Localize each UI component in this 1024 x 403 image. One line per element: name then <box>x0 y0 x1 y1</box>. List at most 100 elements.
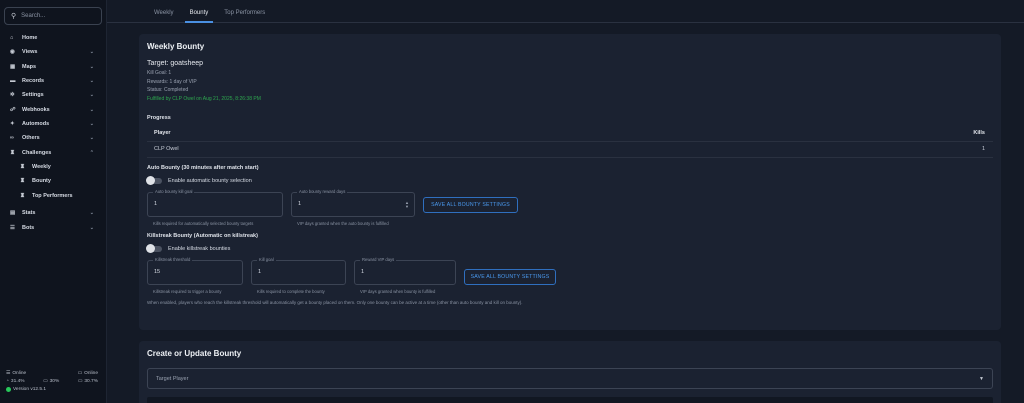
eye-icon: ◉ <box>10 49 15 56</box>
sidebar-nav-bottom: ▤ Stats ⌄ ☰ Bots ⌄ <box>0 206 106 235</box>
cpu-icon: ◔ <box>6 379 9 384</box>
search-input[interactable]: ⚲ Search... <box>4 7 102 25</box>
system-status: ☰ Online ▭ Online ◔ 31.4% ▭ 30% ▭ 30.7% Versi… <box>6 371 98 395</box>
auto-kill-goal-label: Auto bounty kill goal <box>153 188 195 194</box>
app-root: ⚲ Search... ⌂ Home ◉ Views ⌄ ▦ Maps ⌄ ▬ Records ⌄ ✲… <box>0 0 1024 403</box>
auto-bounty-toggle-label: Enable automatic bounty selection <box>168 177 252 184</box>
ram-usage: ▭ 30% <box>43 379 60 384</box>
disk-usage: ▭ 30.7% <box>77 379 98 384</box>
sidebar-subnav: ♜ Weekly ♜ Bounty ♜ Top Performers <box>0 160 106 204</box>
target-player-select[interactable]: Target Player ▼ <box>147 368 993 389</box>
auto-kill-goal-value: 1 <box>154 201 158 207</box>
killstreak-toggle-row: Enable killstreak bounties <box>146 243 993 253</box>
table-row: CLP Owel 1 <box>147 142 993 158</box>
bounty-rewards: Rewards: 1 day of VIP <box>147 78 197 85</box>
chevron-down-icon: ⌄ <box>89 63 94 70</box>
sidebar-item-bounty[interactable]: ♜ Bounty <box>0 174 106 189</box>
killstreak-reward-label: Reward VIP days <box>360 256 397 262</box>
killstreak-kill-goal-label: Kill goal <box>257 256 276 262</box>
chevron-down-icon: ⌄ <box>89 135 94 142</box>
sidebar-item-label: Maps <box>22 63 37 70</box>
column-kills: Kills <box>973 130 985 136</box>
killstreak-threshold-label: Killstreak threshold <box>153 256 193 262</box>
chevron-down-icon: ⌄ <box>89 210 94 217</box>
folder-icon: ▬ <box>10 78 16 85</box>
save-killstreak-bounty-button[interactable]: SAVE ALL BOUNTY SETTINGS <box>464 268 556 285</box>
caret-down-icon: ▼ <box>979 375 984 382</box>
auto-bounty-title: Auto Bounty (30 minutes after match star… <box>147 164 259 171</box>
sidebar-item-label: Top Performers <box>32 192 73 199</box>
chevron-down-icon: ⌄ <box>89 224 94 231</box>
sidebar-item-automods[interactable]: ✦ Automods ⌄ <box>0 117 106 131</box>
sidebar-item-others[interactable]: ∞ Others ⌄ <box>0 131 106 145</box>
cpu-usage: ◔ 31.4% <box>6 379 25 384</box>
sidebar-item-maps[interactable]: ▦ Maps ⌄ <box>0 60 106 74</box>
sidebar-item-bots[interactable]: ☰ Bots ⌄ <box>0 220 106 234</box>
target-player-placeholder: Target Player <box>156 375 189 382</box>
sidebar: ⚲ Search... ⌂ Home ◉ Views ⌄ ▦ Maps ⌄ ▬ Records ⌄ ✲… <box>0 0 107 403</box>
row-kills: 1 <box>981 146 985 152</box>
killstreak-kill-goal-input[interactable]: Kill goal 1 <box>251 256 346 285</box>
killstreak-kill-goal-value: 1 <box>258 269 262 275</box>
sidebar-item-views[interactable]: ◉ Views ⌄ <box>0 45 106 59</box>
progress-table: Player Kills CLP Owel 1 <box>147 126 993 158</box>
killstreak-reward-help: VIP days granted when bounty is fulfille… <box>360 288 436 294</box>
trophy-icon: ♜ <box>10 149 15 156</box>
killstreak-toggle[interactable] <box>146 243 162 253</box>
killstreak-kill-goal-field: Kill goal 1 Kills required to complete t… <box>251 256 346 294</box>
search-placeholder: Search... <box>21 13 46 19</box>
sidebar-item-webhooks[interactable]: ☍ Webhooks ⌄ <box>0 102 106 116</box>
trophy-icon: ♜ <box>20 192 25 199</box>
auto-reward-label: Auto bounty reward days <box>297 188 348 194</box>
sidebar-item-label: Automods <box>22 120 50 127</box>
sidebar-item-label: Challenges <box>22 149 52 156</box>
chevron-down-icon: ⌄ <box>89 78 94 85</box>
sidebar-item-top-performers[interactable]: ♜ Top Performers <box>0 189 106 204</box>
tab-bounty[interactable]: Bounty <box>182 10 217 23</box>
auto-bounty-toggle-row: Enable automatic bounty selection <box>146 175 993 185</box>
robot-icon: ✦ <box>10 120 15 127</box>
killstreak-bounty-title: Killstreak Bounty (Automatic on killstre… <box>147 232 258 239</box>
webhook-icon: ☍ <box>10 106 16 113</box>
auto-kill-goal-input[interactable]: Auto bounty kill goal 1 <box>147 188 283 217</box>
auto-kill-goal-help: Kills required for automatically selecte… <box>153 220 254 226</box>
sidebar-item-home[interactable]: ⌂ Home <box>0 31 106 45</box>
sidebar-item-label: Views <box>22 49 38 56</box>
sidebar-item-label: Settings <box>22 92 44 99</box>
auto-bounty-toggle[interactable] <box>146 175 162 185</box>
save-auto-bounty-button[interactable]: SAVE ALL BOUNTY SETTINGS <box>423 196 518 213</box>
killstreak-reward-input[interactable]: Reward VIP days 1 <box>354 256 456 285</box>
server-status-right: ▭ Online <box>77 371 98 376</box>
chevron-down-icon: ⌄ <box>89 49 94 56</box>
chevron-down-icon: ⌄ <box>89 106 94 113</box>
tab-top-performers[interactable]: Top Performers <box>216 10 273 22</box>
sidebar-item-label: Bots <box>22 224 35 231</box>
progress-title: Progress <box>147 114 171 121</box>
next-field[interactable] <box>147 397 993 403</box>
killstreak-threshold-value: 15 <box>154 269 161 275</box>
killstreak-threshold-input[interactable]: Killstreak threshold 15 <box>147 256 243 285</box>
sidebar-item-challenges[interactable]: ♜ Challenges ⌃ <box>0 145 106 159</box>
stepper-icon[interactable]: ▲ ▼ <box>405 200 409 209</box>
chevron-down-icon: ⌄ <box>89 92 94 99</box>
sidebar-item-weekly[interactable]: ♜ Weekly <box>0 160 106 175</box>
sidebar-item-settings[interactable]: ✲ Settings ⌄ <box>0 88 106 102</box>
sidebar-item-records[interactable]: ▬ Records ⌄ <box>0 74 106 88</box>
trophy-icon: ♜ <box>20 163 25 170</box>
server-status-left: ☰ Online <box>6 371 27 376</box>
auto-reward-input[interactable]: Auto bounty reward days 1 ▲ ▼ <box>291 188 415 217</box>
server-icon: ☰ <box>6 371 11 376</box>
bounty-target: Target: goatsheep <box>147 60 204 67</box>
auto-reward-field: Auto bounty reward days 1 ▲ ▼ VIP days gr… <box>291 188 415 226</box>
chart-icon: ▤ <box>10 210 16 217</box>
bounty-status: Status: Completed <box>147 87 189 93</box>
sidebar-item-label: Home <box>22 35 38 42</box>
tab-bar: Weekly Bounty Top Performers <box>107 0 1024 23</box>
tab-weekly[interactable]: Weekly <box>146 10 182 22</box>
killstreak-note: When enabled, players who reach the kill… <box>147 299 523 305</box>
sidebar-item-label: Bounty <box>32 178 51 185</box>
create-bounty-card: Create or Update Bounty Target Player ▼ <box>139 341 1001 403</box>
sidebar-item-stats[interactable]: ▤ Stats ⌄ <box>0 206 106 220</box>
killstreak-toggle-label: Enable killstreak bounties <box>168 245 231 252</box>
row-player: CLP Owel <box>154 146 179 152</box>
